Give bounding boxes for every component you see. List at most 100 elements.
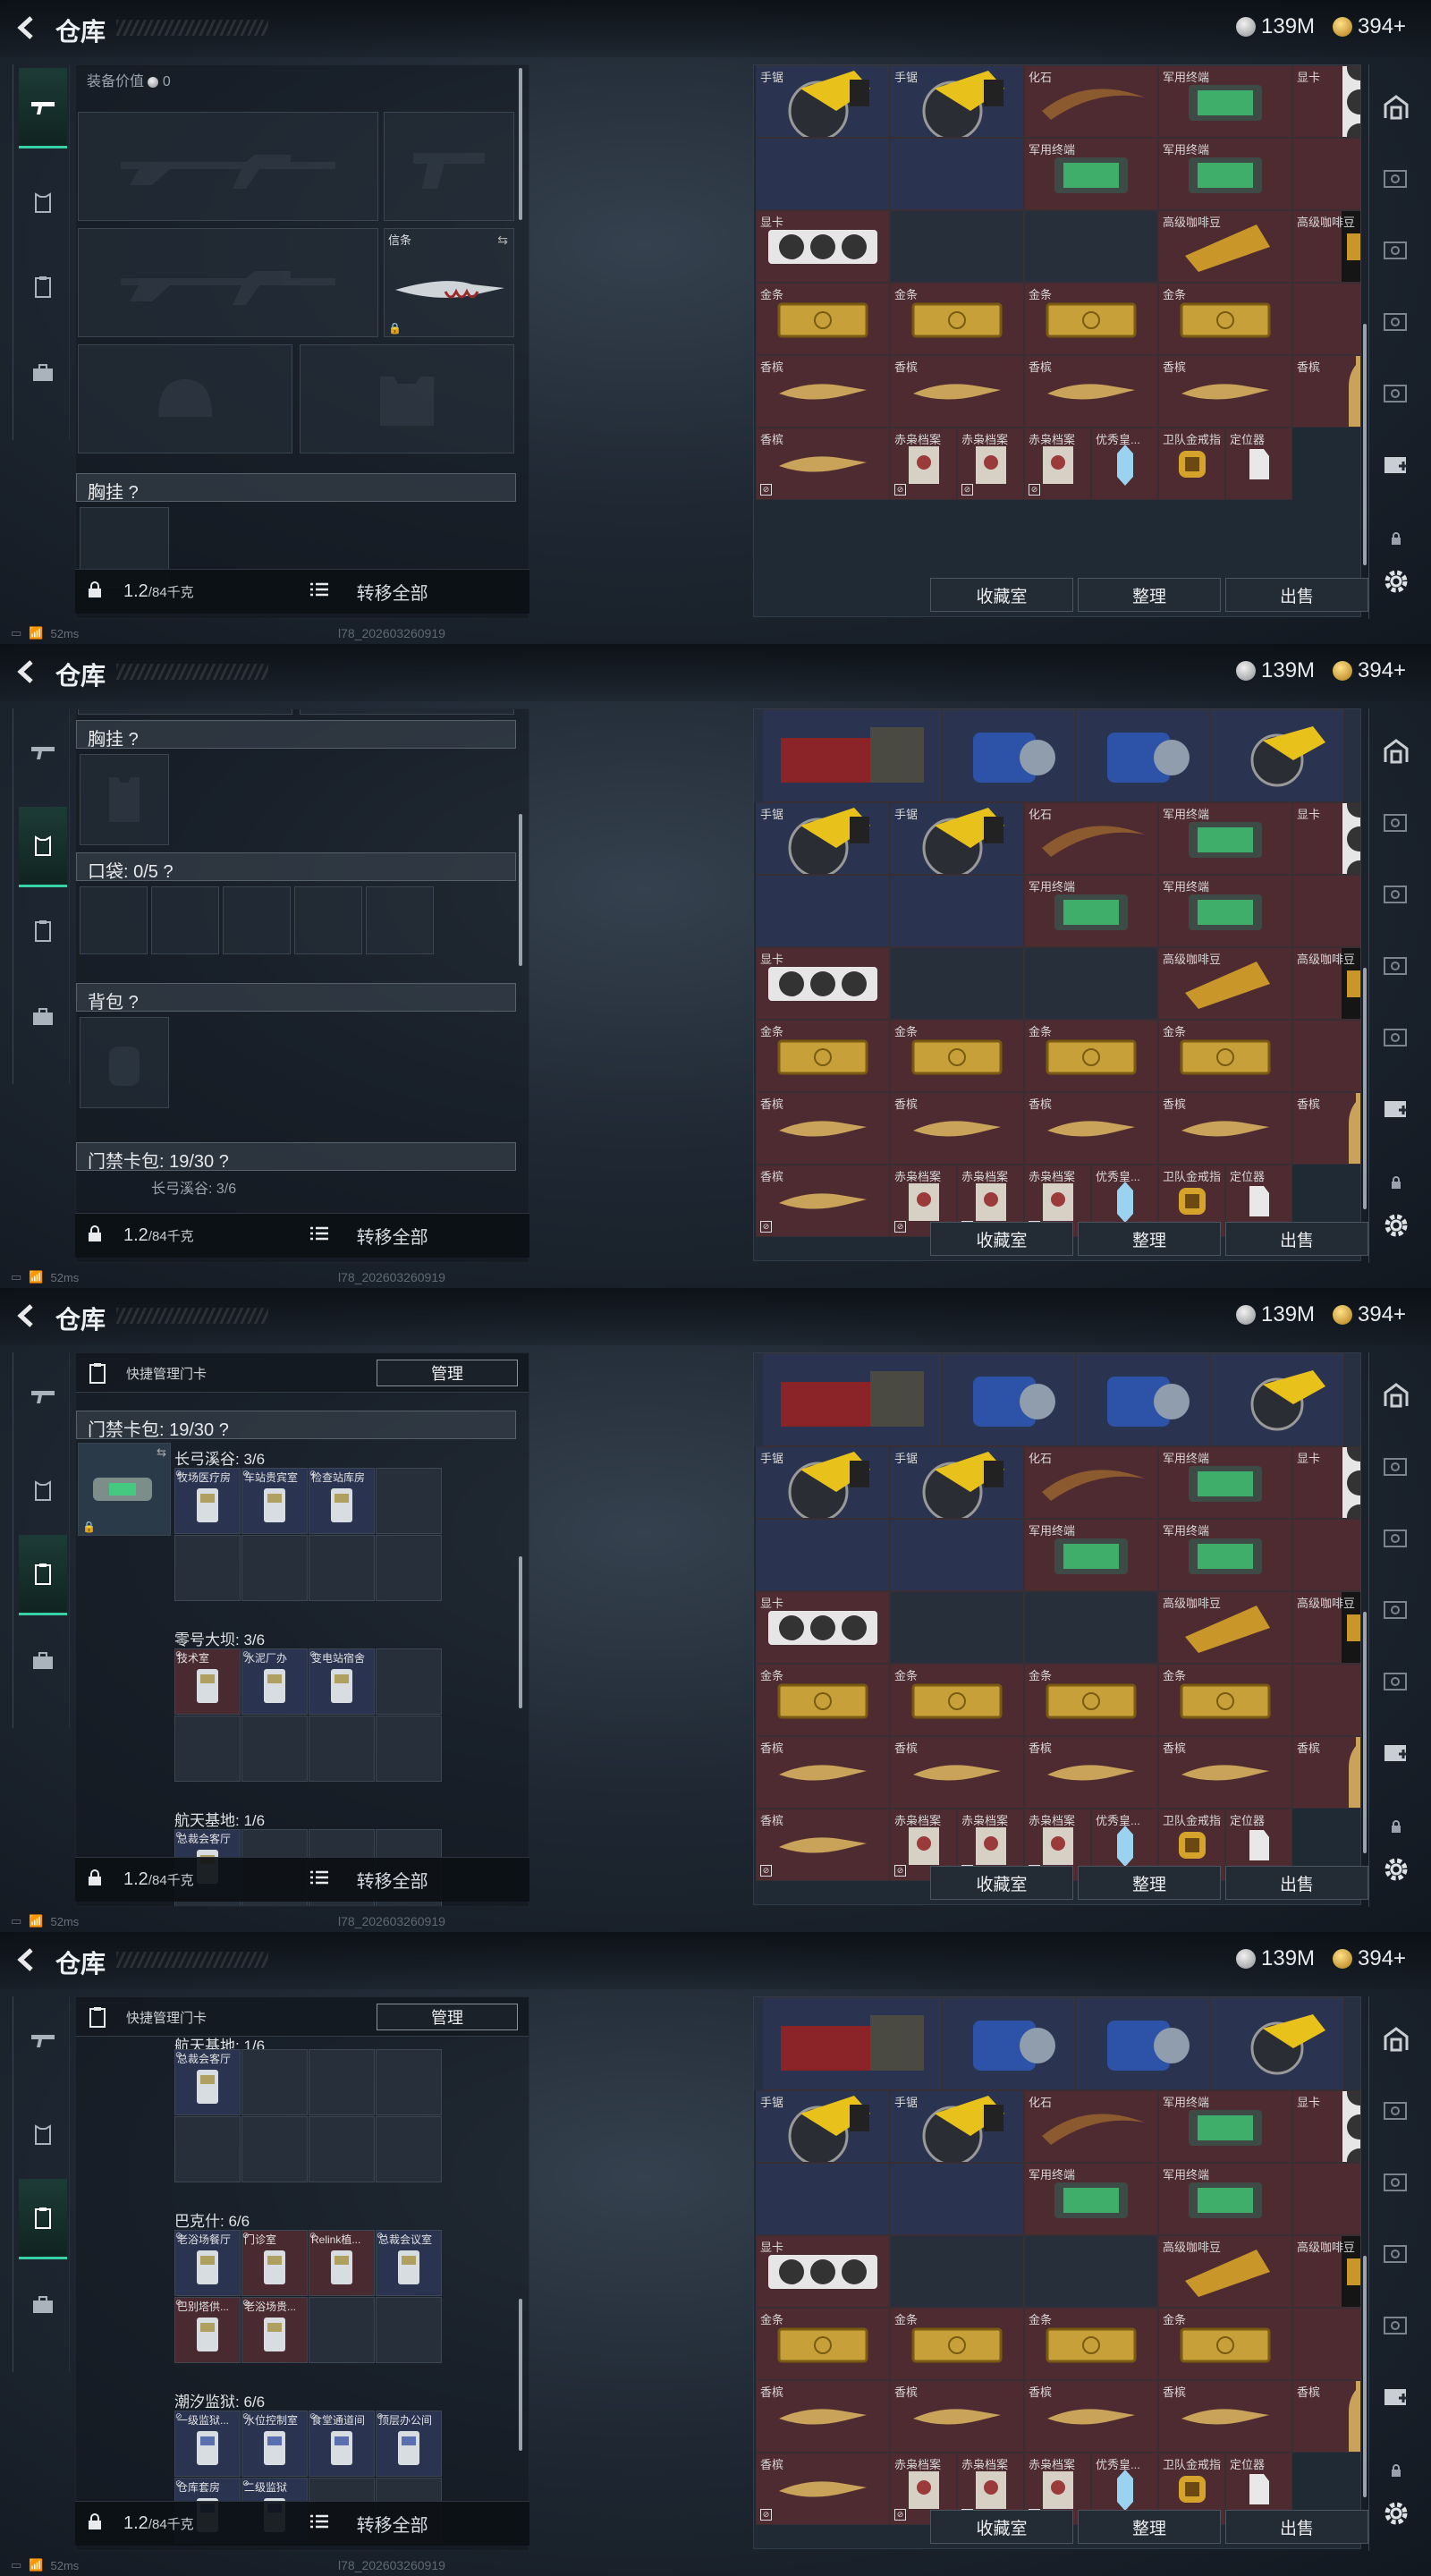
stash-item-cell[interactable]: 香槟 <box>890 355 1024 428</box>
nav-weapon-icon[interactable] <box>19 2000 67 2080</box>
back-icon[interactable] <box>13 1945 39 1975</box>
keycard-slot[interactable]: 技术室 ⊘ <box>174 1648 241 1715</box>
stash-item-cell[interactable]: 定位器 <box>1225 428 1292 500</box>
stash-item-cell[interactable]: 香槟 ⊘ <box>756 428 890 500</box>
nav-keycard-icon[interactable] <box>19 2179 67 2259</box>
storage-box-icon[interactable] <box>1380 1451 1412 1483</box>
empty-keycard-slot[interactable] <box>174 1535 241 1601</box>
stash-item-cell[interactable] <box>1292 2308 1360 2380</box>
keycard-slot[interactable]: 变电站宿舍 ⊘ <box>309 1648 375 1715</box>
keycard-slot[interactable]: 老浴场贵... ⊘ <box>241 2297 308 2363</box>
nav-armor-icon[interactable] <box>19 2095 67 2175</box>
collection-button[interactable]: 收藏室 <box>930 578 1073 612</box>
storage-box-icon[interactable] <box>1380 2166 1412 2199</box>
stash-item-cell[interactable]: 优秀皇... <box>1091 428 1158 500</box>
stash-item-cell[interactable] <box>1210 709 1344 802</box>
manage-button[interactable]: 管理 <box>377 1360 518 1386</box>
stash-item-cell[interactable]: 卫队金戒指 <box>1158 428 1225 500</box>
stash-item-cell[interactable]: 显卡 <box>1292 65 1360 138</box>
stash-item-cell[interactable]: 香槟 <box>1292 1736 1360 1809</box>
help-icon[interactable]: ? <box>129 993 139 1013</box>
expand-storage-icon[interactable] <box>1380 449 1412 481</box>
stash-item-cell[interactable]: 金条 <box>890 1020 1024 1092</box>
stash-item-cell[interactable]: 香槟 <box>1292 1092 1360 1165</box>
empty-keycard-slot[interactable] <box>376 1716 442 1782</box>
transfer-all-button[interactable]: 转移全部 <box>357 1867 428 1893</box>
settings-gear-icon[interactable] <box>1380 2497 1412 2529</box>
stash-item-cell[interactable]: 香槟 <box>756 2380 890 2453</box>
nav-keycard-icon[interactable] <box>19 1535 67 1615</box>
expand-storage-icon[interactable] <box>1380 1737 1412 1769</box>
swap-icon[interactable]: ⇆ <box>157 1445 166 1460</box>
stash-item-cell[interactable]: 军用终端 <box>1158 2090 1292 2163</box>
keycard-slot[interactable]: 车站贵宾室 ⊘ <box>241 1468 308 1534</box>
storage-box-icon[interactable] <box>1380 950 1412 982</box>
stash-item-cell[interactable] <box>890 210 1024 283</box>
vault-icon[interactable] <box>1380 735 1412 767</box>
storage-box-icon[interactable] <box>1380 878 1412 911</box>
helmet-slot[interactable] <box>78 344 292 453</box>
stash-item-cell[interactable]: 军用终端 <box>1158 802 1292 875</box>
stash-item-cell[interactable]: 显卡 <box>1292 2090 1360 2163</box>
armor-slot[interactable] <box>78 709 292 715</box>
stash-item-cell[interactable]: 高级咖啡豆 <box>1158 947 1292 1020</box>
stash-item-cell[interactable]: 香槟 <box>756 1092 890 1165</box>
stash-item-cell[interactable]: 军用终端 <box>1024 875 1158 947</box>
stash-item-cell[interactable]: 香槟 <box>1024 355 1158 428</box>
stash-item-cell[interactable] <box>756 2163 890 2235</box>
expand-storage-icon[interactable] <box>1380 2381 1412 2413</box>
nav-armor-icon[interactable] <box>19 1451 67 1531</box>
empty-keycard-slot[interactable] <box>376 2297 442 2363</box>
stash-item-cell[interactable]: 香槟 <box>890 2380 1024 2453</box>
armor-slot[interactable] <box>300 709 514 715</box>
nav-weapon-icon[interactable] <box>19 1356 67 1436</box>
help-icon[interactable]: ? <box>129 730 139 750</box>
stash-item-cell[interactable] <box>756 138 890 210</box>
stash-item-cell[interactable]: 香槟 <box>890 1736 1024 1809</box>
empty-keycard-slot[interactable] <box>174 2116 241 2182</box>
stash-item-cell[interactable] <box>890 1591 1024 1664</box>
organize-button[interactable]: 整理 <box>1078 1222 1221 1256</box>
stash-item-cell[interactable]: 高级咖啡豆 <box>1292 1591 1360 1664</box>
right-scrollbar[interactable] <box>1363 968 1367 1209</box>
help-icon[interactable]: ? <box>129 483 139 503</box>
keycard-slot[interactable]: 总裁会客厅 ⊘ <box>174 2049 241 2115</box>
stash-item-cell[interactable]: 香槟 <box>1292 2380 1360 2453</box>
left-scrollbar[interactable] <box>519 1556 522 1708</box>
stash-item-cell[interactable]: 香槟 <box>1158 355 1292 428</box>
stash-item-cell[interactable] <box>1076 709 1210 802</box>
transfer-all-button[interactable]: 转移全部 <box>357 1223 428 1249</box>
primary-weapon-slot[interactable] <box>78 112 378 221</box>
stash-item-cell[interactable]: 军用终端 <box>1158 65 1292 138</box>
nav-keycard-icon[interactable] <box>19 247 67 327</box>
sell-button[interactable]: 出售 <box>1225 2510 1368 2544</box>
stash-item-cell[interactable]: 显卡 <box>756 210 890 283</box>
stash-item-cell[interactable] <box>1024 947 1158 1020</box>
stash-item-cell[interactable]: 香槟 <box>756 355 890 428</box>
empty-keycard-slot[interactable] <box>309 1716 375 1782</box>
stash-item-cell[interactable]: 高级咖啡豆 <box>1158 210 1292 283</box>
nav-case-icon[interactable] <box>19 977 67 1057</box>
storage-box-icon[interactable] <box>1380 2309 1412 2342</box>
storage-box-icon[interactable] <box>1380 1522 1412 1555</box>
right-scrollbar[interactable] <box>1363 2256 1367 2497</box>
settings-gear-icon[interactable] <box>1380 1209 1412 1241</box>
stash-item-cell[interactable]: 显卡 <box>756 947 890 1020</box>
stash-item-cell[interactable] <box>1210 1997 1344 2090</box>
stash-item-cell[interactable]: 显卡 <box>1292 1446 1360 1519</box>
stash-item-cell[interactable]: 香槟 <box>1158 2380 1292 2453</box>
settings-gear-icon[interactable] <box>1380 1853 1412 1885</box>
left-scrollbar[interactable] <box>519 814 522 966</box>
stash-item-cell[interactable]: 金条 <box>1024 1664 1158 1736</box>
collection-button[interactable]: 收藏室 <box>930 1866 1073 1900</box>
stash-item-cell[interactable]: 手锯 <box>756 2090 890 2163</box>
stash-item-cell[interactable] <box>942 1997 1076 2090</box>
stash-item-cell[interactable] <box>1024 1591 1158 1664</box>
right-scrollbar[interactable] <box>1363 1612 1367 1853</box>
settings-gear-icon[interactable] <box>1380 565 1412 597</box>
back-icon[interactable] <box>13 13 39 43</box>
empty-keycard-slot[interactable] <box>309 2049 375 2115</box>
storage-box-icon[interactable] <box>1380 306 1412 338</box>
stash-item-cell[interactable]: 香槟 <box>890 1092 1024 1165</box>
stash-item-cell[interactable] <box>1024 2235 1158 2308</box>
